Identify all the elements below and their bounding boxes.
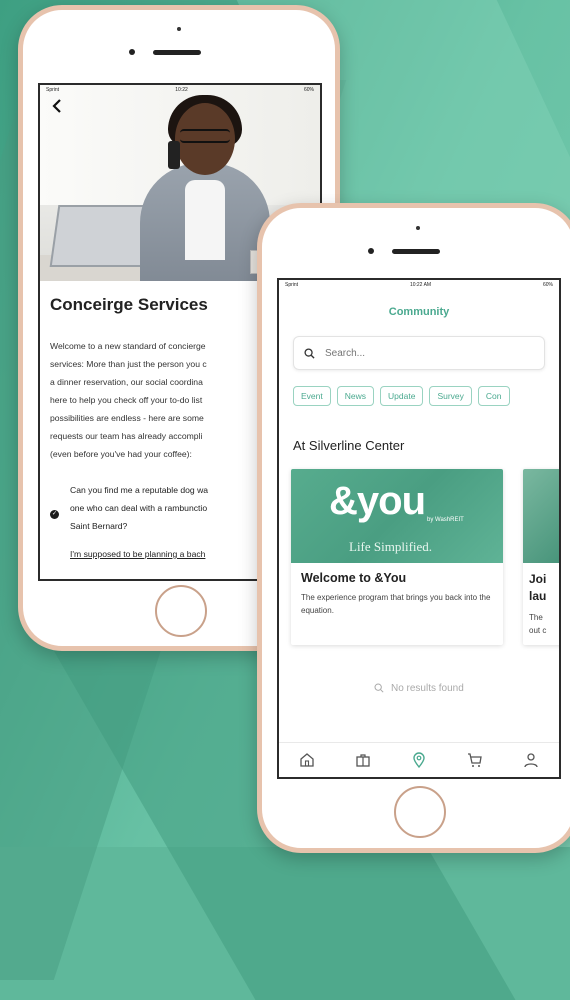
carrier-label: Sprint xyxy=(46,87,60,93)
earpiece-speaker xyxy=(153,50,201,55)
chip-news[interactable]: News xyxy=(336,386,375,406)
community-screen: Sprint 10:22 AM 60% Community Event News… xyxy=(277,278,561,779)
search-icon xyxy=(304,347,315,359)
status-bar: Sprint 10:22 60% xyxy=(40,85,320,95)
search-input[interactable] xyxy=(323,346,527,360)
battery-label: 60% xyxy=(542,282,553,288)
brand-byline: by WashREIT xyxy=(427,517,464,523)
no-results-label: No results found xyxy=(390,683,464,694)
carrier-label: Sprint xyxy=(285,282,299,288)
time-label: 10:22 AM xyxy=(409,282,432,288)
card-carousel: &you by WashREIT Life Simplified. Welcom… xyxy=(291,469,559,645)
cart-icon[interactable] xyxy=(467,752,483,768)
request-text: one who can deal with a rambunctio xyxy=(70,503,208,513)
briefcase-icon[interactable] xyxy=(355,752,371,768)
chip-survey[interactable]: Survey xyxy=(429,386,472,406)
earpiece-speaker xyxy=(392,249,440,254)
check-circle-icon: ✓ xyxy=(50,510,59,519)
request-text: Saint Bernard? xyxy=(70,521,128,531)
sensor-dot xyxy=(416,226,420,230)
battery-label: 60% xyxy=(303,87,314,93)
card-title: Joi lau xyxy=(529,571,559,605)
location-pin-icon[interactable] xyxy=(411,752,427,768)
chip-more[interactable]: Con xyxy=(477,386,510,406)
card-image: &you by WashREIT Life Simplified. xyxy=(291,469,503,563)
card-title-line: Joi xyxy=(529,572,547,586)
home-button[interactable] xyxy=(155,585,207,637)
card-description: The out c xyxy=(529,611,559,637)
search-icon xyxy=(374,683,384,693)
page-title: Community xyxy=(388,306,450,318)
chip-update[interactable]: Update xyxy=(380,386,424,406)
no-results: No results found xyxy=(279,683,559,694)
front-camera xyxy=(129,49,135,55)
tab-bar xyxy=(279,742,559,777)
filter-chips: Event News Update Survey Con xyxy=(293,386,559,406)
phone-community: Sprint 10:22 AM 60% Community Event News… xyxy=(257,203,570,853)
card-desc-line: out c xyxy=(529,626,547,635)
brand-logo: &you xyxy=(329,479,426,523)
card-title-line: lau xyxy=(529,589,547,603)
time-label: 10:22 xyxy=(175,87,188,93)
request-text: Can you find me a reputable dog wa xyxy=(70,485,209,495)
back-button[interactable] xyxy=(52,97,62,118)
section-title: At Silverline Center xyxy=(293,438,405,453)
sensor-dot xyxy=(177,27,181,31)
card-desc-line: The xyxy=(529,613,543,622)
status-bar: Sprint 10:22 AM 60% xyxy=(279,280,559,290)
front-camera xyxy=(368,248,374,254)
home-button[interactable] xyxy=(394,786,446,838)
user-icon[interactable] xyxy=(523,752,539,768)
search-bar[interactable] xyxy=(293,336,545,370)
card-description: The experience program that brings you b… xyxy=(301,593,491,615)
card-welcome[interactable]: &you by WashREIT Life Simplified. Welcom… xyxy=(291,469,503,645)
card-title: Welcome to &You xyxy=(301,571,407,585)
brand-tagline: Life Simplified. xyxy=(349,539,433,554)
chevron-left-icon xyxy=(52,99,61,113)
card-image xyxy=(523,469,559,563)
chip-event[interactable]: Event xyxy=(293,386,331,406)
card-next[interactable]: Joi lau The out c xyxy=(523,469,559,645)
home-icon[interactable] xyxy=(299,752,315,768)
